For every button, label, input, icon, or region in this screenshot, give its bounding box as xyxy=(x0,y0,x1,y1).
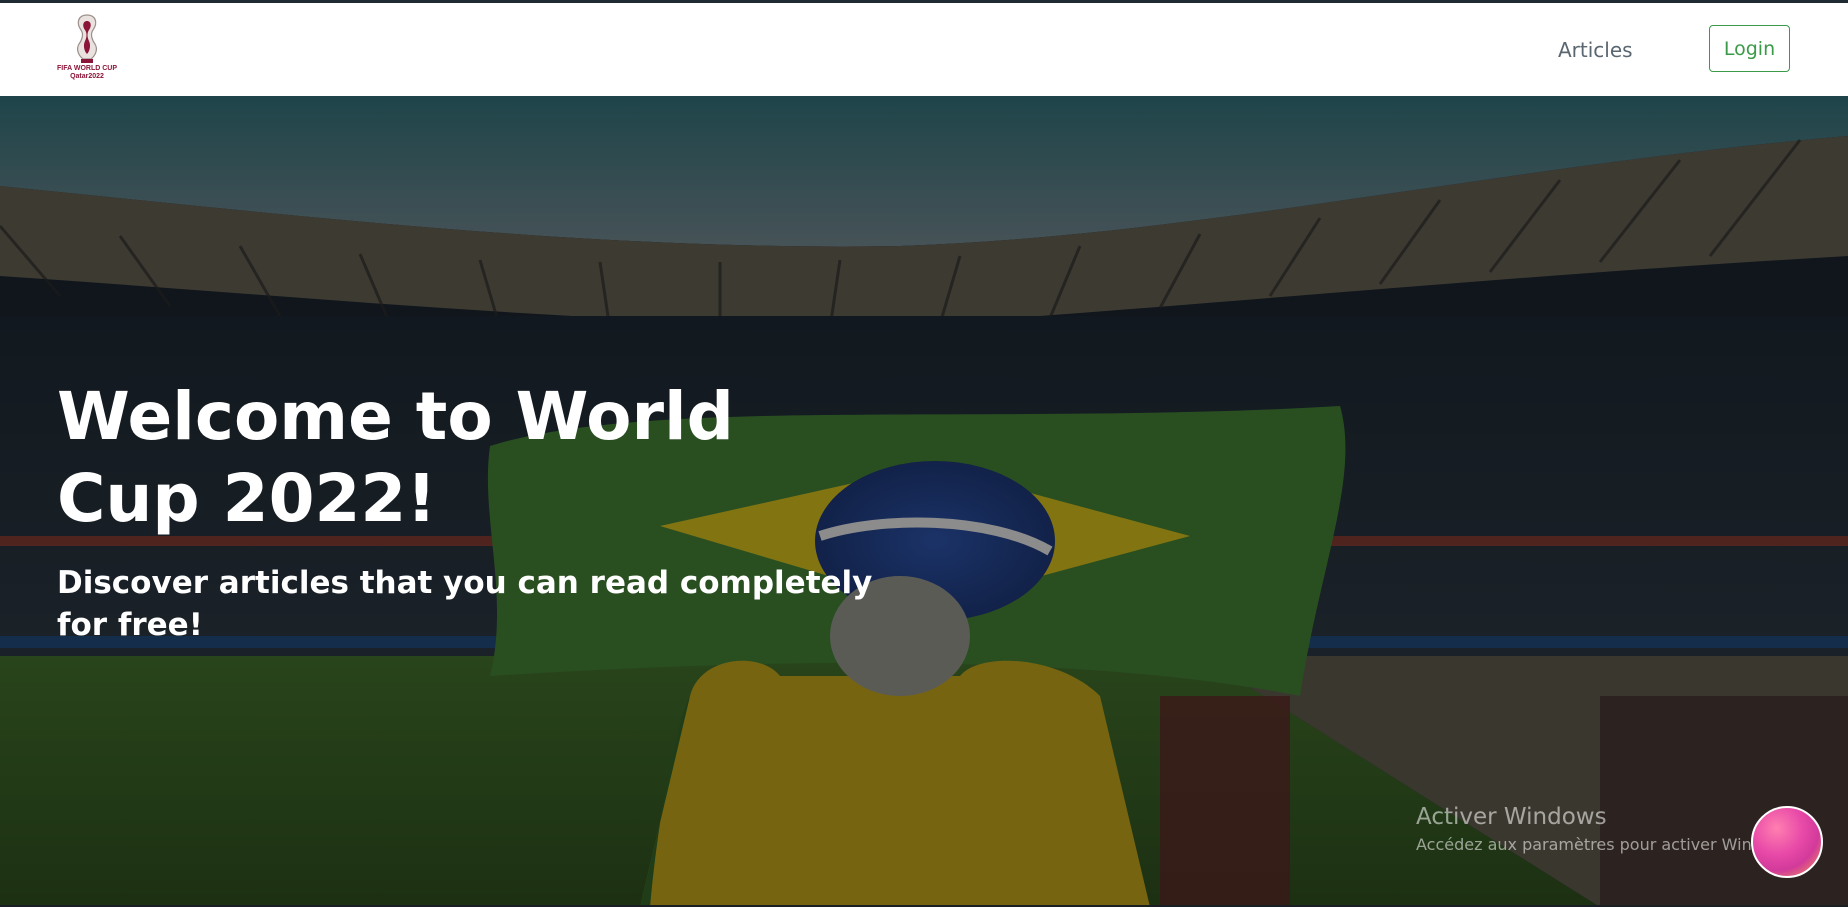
world-cup-logo[interactable]: FIFA WORLD CUP Qatar2022 xyxy=(54,13,120,87)
watermark-title: Activer Windows xyxy=(1416,804,1607,830)
chat-bubble-icon[interactable] xyxy=(1751,806,1823,878)
trophy-icon xyxy=(77,14,97,63)
logo-caption-line2: Qatar2022 xyxy=(70,73,104,80)
navbar: FIFA WORLD CUP Qatar2022 Articles Login xyxy=(0,3,1848,96)
windows-activation-watermark: Activer Windows Accédez aux paramètres p… xyxy=(1416,802,1798,856)
logo-caption: FIFA WORLD CUP Qatar2022 xyxy=(54,65,120,81)
hero-section: Welcome to World Cup 2022! Discover arti… xyxy=(0,96,1848,907)
logo-caption-line1: FIFA WORLD CUP xyxy=(56,65,117,72)
hero-title: Welcome to World Cup 2022! xyxy=(57,378,734,537)
hero-subtitle: Discover articles that you can read comp… xyxy=(57,565,873,643)
nav-link-articles[interactable]: Articles xyxy=(1558,38,1633,62)
login-button[interactable]: Login xyxy=(1709,25,1790,72)
watermark-subtitle: Accédez aux paramètres pour activer Wind… xyxy=(1416,835,1799,854)
